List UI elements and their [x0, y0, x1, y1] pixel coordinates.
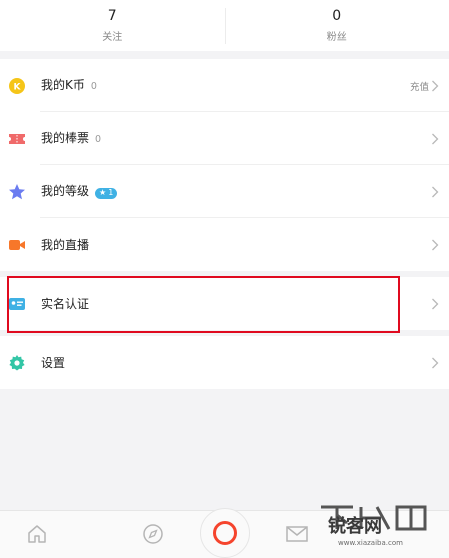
- chevron-right-icon: [431, 298, 439, 310]
- level-badge: ★ 1: [95, 188, 117, 199]
- recharge-link[interactable]: 充值: [410, 79, 429, 93]
- kcoin-icon: K: [8, 77, 26, 95]
- chevron-right-icon: [431, 239, 439, 251]
- star-icon: [8, 183, 26, 201]
- chevron-right-icon: [431, 357, 439, 369]
- compass-icon[interactable]: [142, 523, 164, 545]
- ticket-icon: [8, 130, 26, 148]
- chevron-right-icon: [431, 133, 439, 145]
- menu-item-label: 我的棒票0: [41, 131, 101, 147]
- chevron-right-icon: [431, 186, 439, 198]
- followers-label: 粉丝: [225, 32, 449, 44]
- watermark-text: 锐客网: [328, 512, 382, 538]
- record-icon: [213, 521, 237, 545]
- home-icon[interactable]: [26, 523, 48, 545]
- following-label: 关注: [0, 32, 225, 44]
- menu-item-label: 设置: [41, 356, 65, 370]
- video-camera-icon: [8, 236, 26, 254]
- following-count: 7: [0, 8, 225, 25]
- menu-item-live[interactable]: 我的直播: [0, 218, 449, 271]
- chevron-right-icon: [431, 80, 439, 92]
- svg-text:K: K: [14, 82, 22, 92]
- watermark-url: www.xiazaiba.com: [338, 539, 403, 547]
- kcoin-count: 0: [91, 81, 97, 92]
- menu-item-label: 我的直播: [41, 238, 89, 252]
- highlight-box: [7, 276, 400, 333]
- menu-item-label: 我的K币0: [41, 78, 97, 94]
- tickets-count: 0: [95, 134, 101, 145]
- gear-icon: [8, 354, 26, 372]
- settings-group: 设置: [0, 336, 449, 389]
- following-stat[interactable]: 7 关注: [0, 0, 225, 51]
- wallet-group: K 我的K币0 充值 我的棒票0 我的等级★ 1 我: [0, 59, 449, 271]
- menu-item-settings[interactable]: 设置: [0, 336, 449, 389]
- record-button[interactable]: [200, 508, 250, 558]
- menu-item-kcoin[interactable]: K 我的K币0 充值: [0, 59, 449, 112]
- stats-header: 7 关注 0 粉丝: [0, 0, 449, 51]
- menu-item-tickets[interactable]: 我的棒票0: [0, 112, 449, 165]
- menu-item-level[interactable]: 我的等级★ 1: [0, 165, 449, 218]
- followers-count: 0: [225, 8, 449, 25]
- menu-item-label: 我的等级★ 1: [41, 184, 117, 199]
- followers-stat[interactable]: 0 粉丝: [225, 0, 449, 51]
